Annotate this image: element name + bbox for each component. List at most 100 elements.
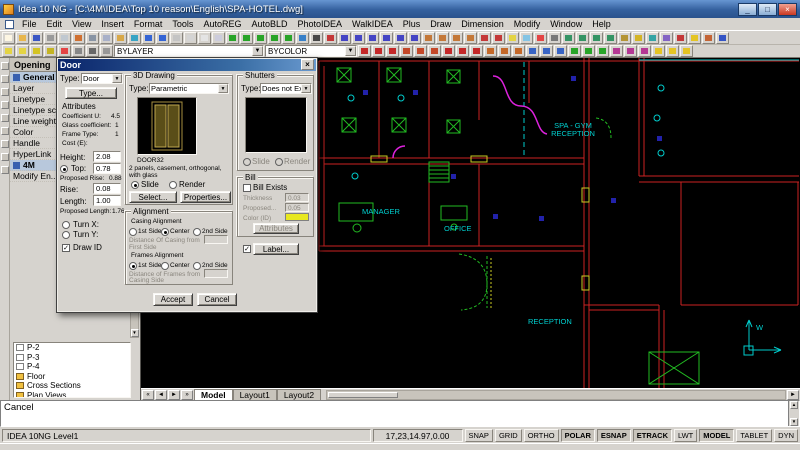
ucs-icon[interactable] bbox=[646, 32, 659, 44]
arch-opening-icon[interactable] bbox=[428, 45, 441, 57]
double-wall-icon[interactable] bbox=[372, 45, 385, 57]
render-tool-icon[interactable] bbox=[666, 45, 679, 57]
opening-icon[interactable] bbox=[386, 45, 399, 57]
menu-item[interactable]: Modify bbox=[509, 19, 546, 29]
copy-object-icon[interactable] bbox=[352, 32, 365, 44]
tree-item[interactable]: Plan Views bbox=[14, 391, 130, 399]
cut-icon[interactable] bbox=[86, 32, 99, 44]
redo-icon[interactable] bbox=[156, 32, 169, 44]
arc-icon[interactable] bbox=[268, 32, 281, 44]
properties-icon[interactable] bbox=[2, 45, 15, 57]
title-bar[interactable]: Idea 10 NG - [C:\4M\IDEA\Top 10 reason\E… bbox=[0, 0, 800, 18]
distance-icon[interactable] bbox=[562, 32, 575, 44]
menu-item[interactable]: Tools bbox=[167, 19, 198, 29]
roof-icon[interactable] bbox=[498, 45, 511, 57]
properties-button[interactable]: Properties... bbox=[180, 191, 231, 203]
circle-icon[interactable] bbox=[254, 32, 267, 44]
menu-item[interactable]: File bbox=[17, 19, 42, 29]
cancel-button[interactable]: Cancel bbox=[197, 293, 237, 306]
tree-icon[interactable] bbox=[568, 45, 581, 57]
turn-x-radio[interactable] bbox=[62, 221, 70, 229]
color-swatch[interactable] bbox=[285, 213, 309, 221]
menu-item[interactable]: Edit bbox=[42, 19, 68, 29]
status-toggle-button[interactable]: GRID bbox=[495, 429, 522, 442]
frames-2nd-radio[interactable] bbox=[193, 262, 201, 270]
zoom-window-icon[interactable] bbox=[198, 32, 211, 44]
status-toggle-button[interactable]: ETRACK bbox=[633, 429, 672, 442]
match-properties-icon[interactable] bbox=[128, 32, 141, 44]
layer-manager-icon[interactable] bbox=[16, 45, 29, 57]
scroll-down-icon[interactable]: ▼ bbox=[131, 329, 139, 337]
paste-icon[interactable] bbox=[114, 32, 127, 44]
north-arrow-icon[interactable] bbox=[554, 45, 567, 57]
dimension-icon[interactable] bbox=[324, 32, 337, 44]
tree-item[interactable]: Floor bbox=[14, 372, 130, 382]
select-button[interactable]: Select... bbox=[129, 191, 177, 203]
door-type-combo[interactable]: Door ▼ bbox=[81, 73, 123, 84]
chevron-down-icon[interactable]: ▼ bbox=[112, 74, 122, 83]
section-icon[interactable] bbox=[624, 45, 637, 57]
status-toggle-button[interactable]: POLAR bbox=[561, 429, 595, 442]
line-icon[interactable] bbox=[226, 32, 239, 44]
room-label-icon[interactable] bbox=[540, 45, 553, 57]
chevron-down-icon[interactable]: ▼ bbox=[218, 84, 228, 93]
linetype-manager-icon[interactable] bbox=[72, 45, 85, 57]
menu-item[interactable]: Window bbox=[545, 19, 587, 29]
chamfer-icon[interactable] bbox=[464, 32, 477, 44]
light-icon[interactable] bbox=[688, 32, 701, 44]
modify-panel-icon[interactable] bbox=[1, 127, 9, 135]
tab-prev-button[interactable]: ◄ bbox=[155, 390, 167, 400]
railing-icon[interactable] bbox=[512, 45, 525, 57]
chevron-down-icon[interactable]: ▼ bbox=[345, 46, 356, 56]
dialog-close-icon[interactable]: × bbox=[301, 59, 314, 70]
rotate-icon[interactable] bbox=[366, 32, 379, 44]
layout-tab[interactable]: Model bbox=[194, 389, 233, 400]
erase-icon[interactable] bbox=[478, 32, 491, 44]
layer-freeze-icon[interactable] bbox=[520, 32, 533, 44]
close-button[interactable]: × bbox=[778, 3, 797, 16]
open-icon[interactable] bbox=[16, 32, 29, 44]
beam-icon[interactable] bbox=[470, 45, 483, 57]
layers-panel-icon[interactable] bbox=[1, 101, 9, 109]
select-pointer-icon[interactable] bbox=[1, 62, 9, 70]
command-window[interactable]: Cancel ▲ ▼ bbox=[0, 400, 800, 427]
scroll-right-button[interactable]: ► bbox=[787, 390, 799, 400]
menu-item[interactable]: Format bbox=[129, 19, 168, 29]
status-toggle-button[interactable]: DYN bbox=[774, 429, 798, 442]
mirror-icon[interactable] bbox=[380, 32, 393, 44]
status-toggle-button[interactable]: ESNAP bbox=[597, 429, 631, 442]
menu-item[interactable]: Help bbox=[587, 19, 616, 29]
color-control-icon[interactable] bbox=[58, 45, 71, 57]
menu-item[interactable]: AutoREG bbox=[198, 19, 246, 29]
tree-item[interactable]: P-2 bbox=[14, 343, 130, 353]
trim-icon[interactable] bbox=[422, 32, 435, 44]
dialog-title-bar[interactable]: Door × bbox=[57, 58, 317, 71]
menu-item[interactable]: Dimension bbox=[456, 19, 509, 29]
osnap-panel-icon[interactable] bbox=[1, 153, 9, 161]
text-icon[interactable] bbox=[310, 32, 323, 44]
layout-tab[interactable]: Layout2 bbox=[277, 389, 321, 400]
3d-type-combo[interactable]: Parametric ▼ bbox=[149, 83, 229, 94]
bill-exists-checkbox[interactable] bbox=[243, 184, 251, 192]
lineweight-icon[interactable] bbox=[86, 45, 99, 57]
draw-panel-icon[interactable] bbox=[1, 114, 9, 122]
menu-item[interactable]: Plus bbox=[398, 19, 426, 29]
furniture-icon[interactable] bbox=[582, 45, 595, 57]
shutters-type-combo[interactable]: Does not Exist ▼ bbox=[260, 83, 312, 94]
casing-1st-radio[interactable] bbox=[129, 228, 137, 236]
plot-icon[interactable] bbox=[44, 32, 57, 44]
frames-1st-radio[interactable] bbox=[129, 262, 137, 270]
status-toggle-button[interactable]: ORTHO bbox=[524, 429, 559, 442]
status-toggle-button[interactable]: TABLET bbox=[736, 429, 772, 442]
frames-center-radio[interactable] bbox=[161, 262, 169, 270]
extend-icon[interactable] bbox=[436, 32, 449, 44]
layers-icon[interactable] bbox=[506, 32, 519, 44]
length-field[interactable]: 1.00 bbox=[93, 195, 121, 206]
sanitary-icon[interactable] bbox=[596, 45, 609, 57]
bylayer-combo[interactable]: BYLAYER ▼ bbox=[114, 45, 264, 57]
layer-previous-icon[interactable] bbox=[44, 45, 57, 57]
view-3d-icon[interactable] bbox=[638, 45, 651, 57]
scrollbar-thumb[interactable] bbox=[328, 392, 398, 398]
horizontal-scrollbar[interactable] bbox=[326, 390, 786, 400]
top-field[interactable]: 0.78 bbox=[93, 163, 121, 174]
